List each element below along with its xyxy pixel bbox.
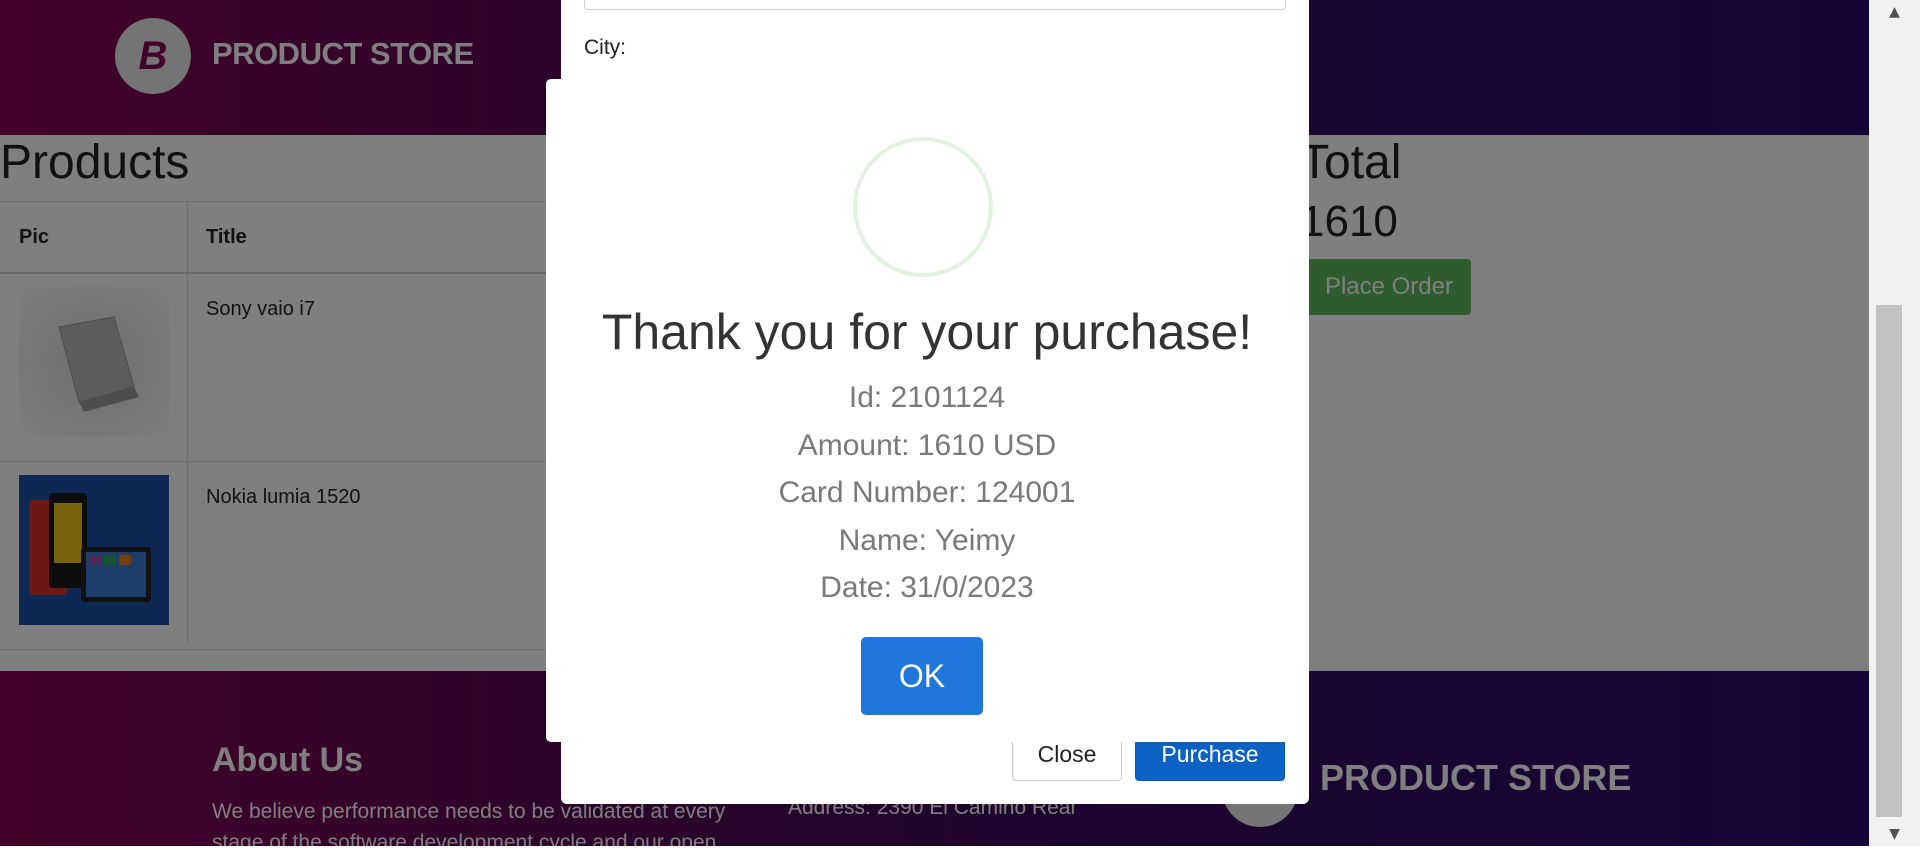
alert-title: Thank you for your purchase!: [601, 304, 1253, 360]
name-input[interactable]: [584, 0, 1286, 10]
order-amount: Amount: 1610 USD: [797, 428, 1057, 462]
scrollbar-thumb[interactable]: [1876, 305, 1902, 817]
city-label: City:: [584, 36, 626, 59]
purchase-success-alert: Thank you for your purchase! Id: 2101124…: [546, 79, 1308, 742]
scroll-down-arrow-icon[interactable]: ▼: [1869, 822, 1920, 846]
vertical-scrollbar[interactable]: ▲ ▼: [1869, 0, 1920, 846]
ok-button[interactable]: OK: [861, 637, 983, 715]
scroll-up-arrow-icon[interactable]: ▲: [1869, 0, 1920, 24]
success-check-icon: [853, 137, 993, 277]
customer-name: Name: Yeimy: [838, 523, 1016, 557]
order-id: Id: 2101124: [848, 381, 1006, 414]
order-date: Date: 31/0/2023: [820, 571, 1034, 604]
alert-details: Id: 2101124 Amount: 1610 USD Card Number…: [546, 374, 1308, 612]
card-number: Card Number: 124001: [778, 476, 1076, 509]
